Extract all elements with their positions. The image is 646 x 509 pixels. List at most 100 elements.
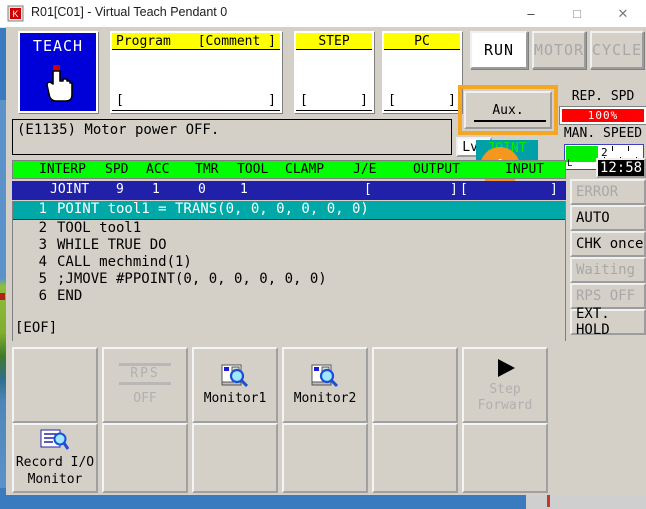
- function-key-monitor1-bottom[interactable]: [192, 423, 278, 493]
- function-key-row: Record I/O Monitor RPS OFF Monitor1 Moni…: [12, 347, 646, 493]
- monitor-magnifier-icon: [221, 364, 249, 388]
- function-key-rps[interactable]: RPS OFF: [102, 347, 188, 493]
- gauge-tick: [628, 146, 629, 151]
- document-magnifier-icon: [40, 429, 70, 450]
- param-tmr: 0: [198, 182, 206, 197]
- line-code: TOOL tool1: [57, 220, 142, 236]
- function-key-monitor2[interactable]: Monitor2: [282, 347, 368, 493]
- pc-panel-header: PC: [384, 33, 460, 50]
- line-code: END: [57, 288, 83, 304]
- pc-bracket-left: [: [388, 93, 396, 108]
- step-panel-body[interactable]: [ ]: [296, 50, 372, 110]
- monitor2-label: Monitor2: [293, 391, 357, 406]
- clock-display: 12:58: [596, 158, 646, 178]
- status-ext-hold[interactable]: EXT. HOLD: [570, 306, 646, 338]
- param-interp: JOINT: [50, 182, 90, 197]
- col-acc: ACC: [146, 162, 170, 177]
- window-title: R01[C01] - Virtual Teach Pendant 0: [31, 5, 228, 19]
- program-line[interactable]: 5 ;JMOVE #PPOINT(0, 0, 0, 0, 0, 0): [13, 271, 565, 288]
- line-number: 5: [38, 271, 47, 287]
- function-key-rps-bottom[interactable]: [102, 423, 188, 493]
- status-waiting[interactable]: Waiting: [570, 257, 646, 283]
- program-line[interactable]: 1 POINT tool1 = TRANS(0, 0, 0, 0, 0, 0): [13, 201, 565, 220]
- motor-button[interactable]: MOTOR: [532, 31, 586, 69]
- line-number: 1: [38, 201, 47, 217]
- param-acc: 1: [152, 182, 160, 197]
- status-error[interactable]: ERROR: [570, 179, 646, 205]
- col-output: OUTPUT: [413, 162, 460, 177]
- function-key-monitor2-bottom[interactable]: [282, 423, 368, 493]
- play-triangle-icon: [498, 359, 515, 377]
- line-number: 3: [38, 237, 47, 253]
- minimize-button[interactable]: –: [508, 0, 554, 27]
- maximize-button[interactable]: □: [554, 0, 600, 27]
- status-auto[interactable]: AUTO: [570, 205, 646, 231]
- hand-pointer-icon: [46, 65, 73, 102]
- background-window-bottom-marker: [547, 495, 550, 507]
- svg-text:K: K: [12, 9, 18, 19]
- rps-off-button[interactable]: RPS OFF: [102, 347, 188, 423]
- step-panel[interactable]: STEP [ ]: [294, 31, 374, 113]
- line-number: 6: [38, 288, 47, 304]
- col-interp: INTERP: [39, 162, 86, 177]
- program-column-header: INTERP SPD ACC TMR TOOL CLAMP J/E OUTPUT…: [12, 160, 566, 179]
- gauge-tick: [612, 146, 613, 151]
- end-of-file-marker: [EOF]: [15, 320, 58, 336]
- program-line[interactable]: 4 CALL mechmind(1): [13, 254, 565, 271]
- function-key-step-forward[interactable]: Step Forward: [462, 347, 548, 493]
- monitor2-button[interactable]: Monitor2: [282, 347, 368, 423]
- background-window-bottom-right: [526, 495, 646, 509]
- monitor1-label: Monitor1: [203, 391, 267, 406]
- function-key-blank[interactable]: [372, 347, 458, 493]
- line-code: POINT tool1 = TRANS(0, 0, 0, 0, 0, 0): [57, 201, 369, 217]
- program-param-row[interactable]: JOINT 9 1 0 1 [ ] [ ]: [12, 181, 566, 200]
- function-key-monitor1[interactable]: Monitor1: [192, 347, 278, 493]
- app-icon: K: [7, 5, 24, 22]
- rep-speed-label: REP. SPD: [571, 89, 635, 104]
- col-spd: SPD: [105, 162, 129, 177]
- rps-label: RPS: [130, 366, 160, 381]
- rep-speed-value: 100%: [560, 107, 646, 124]
- status-chk-once[interactable]: CHK once: [570, 231, 646, 257]
- pc-panel-title: PC: [414, 33, 430, 49]
- function-key-step-forward-bottom[interactable]: [462, 423, 548, 493]
- monitor1-button[interactable]: Monitor1: [192, 347, 278, 423]
- close-button[interactable]: ✕: [600, 0, 646, 27]
- program-panel-title: Program: [116, 33, 171, 49]
- function-key-record-io[interactable]: Record I/O Monitor: [12, 347, 98, 493]
- teach-label: TEACH: [32, 37, 84, 55]
- step-panel-header: STEP: [296, 33, 372, 50]
- line-code: CALL mechmind(1): [57, 254, 192, 270]
- line-code: ;JMOVE #PPOINT(0, 0, 0, 0, 0, 0): [57, 271, 327, 287]
- program-listing[interactable]: 1 POINT tool1 = TRANS(0, 0, 0, 0, 0, 0) 2…: [12, 201, 566, 341]
- teach-mode-button[interactable]: TEACH: [18, 31, 98, 113]
- pc-bracket-right: ]: [448, 93, 456, 108]
- program-panel[interactable]: Program [Comment ] [ ]: [110, 31, 282, 113]
- param-output-open: [: [364, 182, 372, 197]
- program-panel-body[interactable]: [ ]: [112, 50, 280, 110]
- run-button[interactable]: RUN: [470, 31, 528, 69]
- step-forward-button[interactable]: Step Forward: [462, 347, 548, 423]
- step-forward-line2: Forward: [477, 398, 533, 413]
- program-line[interactable]: 3 WHILE TRUE DO: [13, 237, 565, 254]
- record-io-line2: Monitor: [27, 472, 83, 487]
- function-key-blank-bottom[interactable]: [372, 423, 458, 493]
- param-input-open: [: [460, 182, 468, 197]
- teach-pendant-body: TEACH Program [Comment ] [ ] STEP [ ] PC: [6, 27, 646, 495]
- status-column: ERROR AUTO CHK once Waiting RPS OFF EXT.…: [570, 179, 646, 338]
- pc-panel[interactable]: PC [ ]: [382, 31, 462, 113]
- program-line[interactable]: 6 END: [13, 288, 565, 305]
- col-je: J/E: [353, 162, 377, 177]
- program-line[interactable]: 2 TOOL tool1: [13, 220, 565, 237]
- function-key-blank-top[interactable]: [12, 347, 98, 423]
- function-key-blank-top[interactable]: [372, 347, 458, 423]
- pc-panel-body[interactable]: [ ]: [384, 50, 460, 110]
- record-io-monitor-button[interactable]: Record I/O Monitor: [12, 423, 98, 493]
- cycle-button[interactable]: CYCLE: [590, 31, 644, 69]
- line-code: WHILE TRUE DO: [57, 237, 167, 253]
- man-speed-label: MAN. SPEED: [563, 126, 643, 141]
- step-forward-line1: Step: [489, 382, 521, 397]
- monitor-magnifier-icon: [311, 364, 339, 388]
- col-input: INPUT: [505, 162, 545, 177]
- aux-button[interactable]: Aux.: [464, 91, 552, 129]
